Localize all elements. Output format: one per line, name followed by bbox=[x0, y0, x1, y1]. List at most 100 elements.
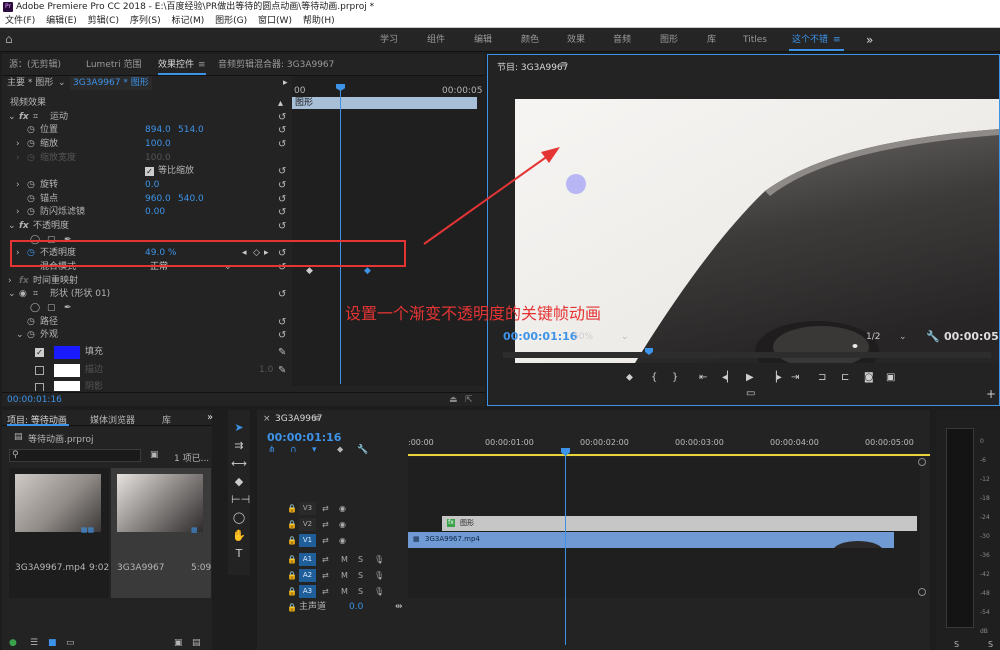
track-a2-label[interactable]: A2 bbox=[299, 569, 316, 582]
stroke-color-swatch[interactable] bbox=[54, 364, 80, 377]
track-v2-label[interactable]: V2 bbox=[299, 518, 316, 531]
menu-markers[interactable]: 标记(M) bbox=[171, 16, 204, 26]
menu-help[interactable]: 帮助(H) bbox=[303, 16, 335, 26]
eye-icon[interactable]: ◉ bbox=[19, 288, 27, 302]
chevron-down-icon[interactable]: ⌄ bbox=[8, 220, 16, 234]
project-search-input[interactable]: ⚲ bbox=[9, 449, 141, 462]
track-a1-label[interactable]: A1 bbox=[299, 553, 316, 566]
reset-icon[interactable]: ↺ bbox=[278, 124, 286, 138]
graphic-clip[interactable]: fx 图形 bbox=[442, 516, 917, 531]
chevron-right-icon[interactable]: › bbox=[16, 206, 20, 220]
project-item-1[interactable]: ▦▦ 3G3A9967.mp4 9:02 bbox=[9, 468, 109, 598]
stopwatch-icon[interactable]: ◷ bbox=[27, 193, 35, 207]
menu-graphics[interactable]: 图形(G) bbox=[215, 16, 247, 26]
workspace-color[interactable]: 颜色 bbox=[521, 28, 539, 52]
snap-icon[interactable]: ⋔ bbox=[268, 445, 276, 455]
sync-lock-icon[interactable]: ⇄ bbox=[322, 501, 329, 516]
chevron-right-icon[interactable]: › bbox=[16, 179, 20, 193]
panel-menu-icon[interactable]: ≡ bbox=[313, 414, 321, 424]
menu-window[interactable]: 窗口(W) bbox=[258, 16, 292, 26]
lift-icon[interactable]: ⊐ bbox=[818, 371, 826, 385]
solo-left-button[interactable]: S bbox=[954, 640, 959, 649]
sync-lock-icon[interactable]: ⇄ bbox=[322, 533, 329, 548]
monitor-timecode[interactable]: 00:00:01:16 bbox=[503, 330, 577, 344]
anchor-y-value[interactable]: 540.0 bbox=[178, 193, 204, 207]
effect-motion[interactable]: ⌄ fx ⌗ 运动 ↺ bbox=[2, 111, 292, 125]
workspace-assembly[interactable]: 组件 bbox=[427, 28, 445, 52]
ellipse-mask-icon[interactable]: ◯ bbox=[30, 302, 40, 316]
freeform-view-icon[interactable]: ▭ bbox=[66, 638, 75, 648]
project-item-2[interactable]: ▦ 3G3A9967 5:09 bbox=[111, 468, 211, 598]
chevron-down-icon[interactable]: ⌄ bbox=[8, 288, 16, 302]
position-y-value[interactable]: 514.0 bbox=[178, 124, 204, 138]
play-icon[interactable]: ▶ bbox=[746, 371, 754, 385]
chevron-down-icon[interactable]: ⌄ bbox=[621, 330, 629, 344]
camera-icon[interactable]: ◙ bbox=[864, 371, 874, 385]
new-bin-icon[interactable]: ▣ bbox=[174, 638, 183, 648]
position-x-value[interactable]: 894.0 bbox=[145, 124, 171, 138]
reset-icon[interactable]: ↺ bbox=[278, 165, 286, 179]
wrench-icon[interactable]: 🔧 bbox=[357, 445, 368, 455]
stopwatch-icon[interactable]: ◷ bbox=[27, 179, 35, 193]
step-back-icon[interactable]: ◂▏ bbox=[722, 371, 735, 385]
chevron-down-icon[interactable]: ⌄ bbox=[16, 329, 24, 343]
selection-tool-icon[interactable]: ➤ bbox=[231, 420, 247, 436]
razor-tool-icon[interactable]: ◆ bbox=[231, 474, 247, 490]
lock-icon[interactable]: 🔒 bbox=[287, 600, 297, 615]
panel-menu-icon[interactable]: ≡ bbox=[560, 60, 568, 70]
video-clip[interactable]: ▦ 3G3A9967.mp4 bbox=[408, 532, 894, 548]
filter-icon[interactable]: ⏏ bbox=[449, 393, 458, 407]
workspace-graphics[interactable]: 图形 bbox=[660, 28, 678, 52]
mark-out-icon[interactable]: } bbox=[672, 371, 678, 385]
lock-icon[interactable]: 🔒 bbox=[287, 568, 297, 583]
ec-playhead-line[interactable] bbox=[340, 84, 341, 384]
lock-icon[interactable]: 🔒 bbox=[287, 533, 297, 548]
chevron-down-icon[interactable]: ⌄ bbox=[899, 330, 907, 344]
eye-icon[interactable]: ◉ bbox=[339, 501, 346, 516]
uniform-scale-checkbox[interactable]: ✓ bbox=[145, 167, 154, 176]
effect-opacity[interactable]: ⌄ fx 不透明度 ↺ bbox=[2, 220, 292, 234]
go-to-end-icon[interactable]: ⇹ bbox=[395, 600, 403, 615]
zoom-handle[interactable] bbox=[918, 588, 926, 596]
reset-icon[interactable]: ↺ bbox=[278, 316, 286, 330]
mute-icon[interactable]: M bbox=[341, 568, 348, 583]
microphone-icon[interactable]: 🎙 bbox=[374, 584, 384, 599]
fx-icon[interactable]: fx bbox=[19, 275, 29, 289]
workspace-libraries[interactable]: 库 bbox=[707, 28, 716, 52]
menu-edit[interactable]: 编辑(E) bbox=[46, 16, 77, 26]
ec-current-time[interactable]: 00:00:01:16 bbox=[7, 393, 62, 407]
type-tool-icon[interactable]: T bbox=[231, 546, 247, 562]
pen-mask-icon[interactable]: ✒ bbox=[64, 302, 72, 316]
effect-shape[interactable]: ⌄ ◉ ⌗ 形状 (形状 01) ↺ bbox=[2, 288, 292, 302]
reset-icon[interactable]: ↺ bbox=[278, 288, 286, 302]
sync-lock-icon[interactable]: ⇄ bbox=[322, 517, 329, 532]
add-marker-icon[interactable]: ▾ bbox=[312, 445, 317, 455]
fx-icon[interactable]: fx bbox=[19, 111, 29, 125]
effect-keyframe-timeline[interactable]: 00 00:00:05 图形 ◆ ◆ bbox=[292, 76, 485, 386]
new-item-icon[interactable]: ▤ bbox=[192, 638, 201, 648]
sync-lock-icon[interactable]: ⇄ bbox=[322, 568, 329, 583]
master-track-value[interactable]: 0.0 bbox=[349, 600, 363, 615]
anti-flicker-value[interactable]: 0.00 bbox=[145, 206, 165, 220]
rectangle-mask-icon[interactable]: ▢ bbox=[47, 302, 56, 316]
go-to-out-icon[interactable]: ⇥ bbox=[791, 371, 799, 385]
microphone-icon[interactable]: 🎙 bbox=[374, 568, 384, 583]
timeline-ruler[interactable]: :00:00 00:00:01:00 00:00:02:00 00:00:03:… bbox=[408, 434, 930, 456]
reset-icon[interactable]: ↺ bbox=[278, 138, 286, 152]
extract-icon[interactable]: ⊏ bbox=[841, 371, 849, 385]
chevron-right-icon[interactable]: › bbox=[8, 275, 12, 289]
track-a3-label[interactable]: A3 bbox=[299, 585, 316, 598]
timeline-timecode[interactable]: 00:00:01:16 bbox=[267, 431, 341, 444]
lock-icon[interactable]: 🔒 bbox=[287, 517, 297, 532]
reset-icon[interactable]: ↺ bbox=[278, 220, 286, 234]
scale-value[interactable]: 100.0 bbox=[145, 138, 171, 152]
tab-source[interactable]: 源：(无剪辑) bbox=[9, 54, 61, 76]
workspace-titles[interactable]: Titles bbox=[743, 28, 767, 52]
track-select-tool-icon[interactable]: ⇉ bbox=[231, 438, 247, 454]
chevron-down-icon[interactable]: ⌄ bbox=[8, 111, 16, 125]
stopwatch-icon[interactable]: ◷ bbox=[27, 206, 35, 220]
play-clip-icon[interactable]: ▸ bbox=[283, 76, 288, 90]
sync-lock-icon[interactable]: ⇄ bbox=[322, 552, 329, 567]
lock-icon[interactable]: 🔒 bbox=[287, 501, 297, 516]
track-v1-label[interactable]: V1 bbox=[299, 534, 316, 547]
